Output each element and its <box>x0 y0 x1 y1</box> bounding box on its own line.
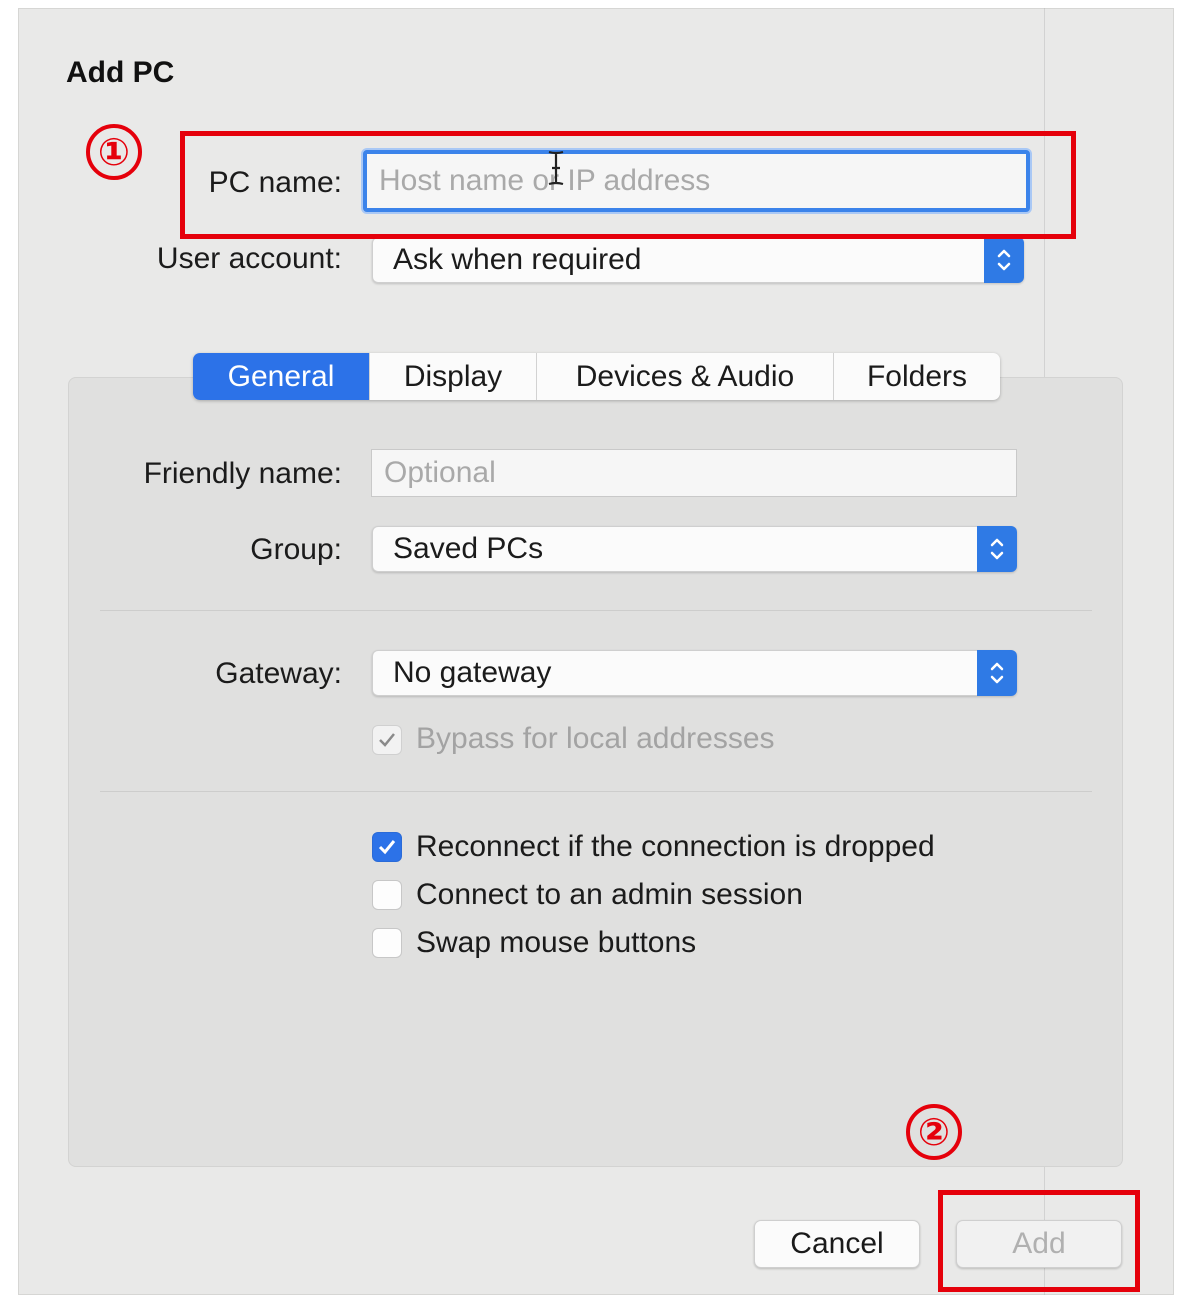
annotation-marker-1: ① <box>86 124 142 180</box>
tab-general[interactable]: General <box>193 353 370 400</box>
bypass-checkbox[interactable] <box>372 725 402 755</box>
checkmark-icon <box>378 840 396 855</box>
cancel-button[interactable]: Cancel <box>754 1220 920 1268</box>
admin-session-checkbox[interactable] <box>372 880 402 910</box>
tab-devices-audio[interactable]: Devices & Audio <box>537 353 834 400</box>
checkmark-icon <box>379 733 395 747</box>
tab-display[interactable]: Display <box>370 353 537 400</box>
user-account-select[interactable]: Ask when required <box>372 237 1024 283</box>
swap-mouse-checkbox[interactable] <box>372 928 402 958</box>
user-account-value: Ask when required <box>393 243 642 276</box>
annotation-box-add <box>938 1190 1140 1292</box>
user-account-label: User account: <box>156 242 342 275</box>
group-value: Saved PCs <box>393 532 544 565</box>
admin-session-label: Connect to an admin session <box>416 878 803 911</box>
reconnect-label: Reconnect if the connection is dropped <box>416 830 935 863</box>
friendly-name-placeholder: Optional <box>384 456 496 489</box>
gateway-label: Gateway: <box>215 657 342 690</box>
annotation-box-pc-name <box>180 131 1076 239</box>
tab-folders[interactable]: Folders <box>834 353 1000 400</box>
group-select[interactable]: Saved PCs <box>372 526 1017 572</box>
friendly-name-input[interactable]: Optional <box>371 449 1017 497</box>
chevron-up-down-icon <box>977 650 1017 696</box>
tab-bar: General Display Devices & Audio Folders <box>193 353 1000 400</box>
chevron-up-down-icon <box>977 526 1017 572</box>
friendly-name-label: Friendly name: <box>143 457 342 490</box>
annotation-marker-2: ② <box>906 1104 962 1160</box>
gateway-select[interactable]: No gateway <box>372 650 1017 696</box>
group-label: Group: <box>250 533 342 566</box>
divider <box>100 791 1092 792</box>
gateway-value: No gateway <box>393 656 552 689</box>
chevron-up-down-icon <box>984 237 1024 283</box>
reconnect-checkbox[interactable] <box>372 832 402 862</box>
bypass-label: Bypass for local addresses <box>416 722 775 755</box>
dialog-title: Add PC <box>66 56 175 89</box>
divider <box>100 610 1092 611</box>
swap-mouse-label: Swap mouse buttons <box>416 926 697 959</box>
